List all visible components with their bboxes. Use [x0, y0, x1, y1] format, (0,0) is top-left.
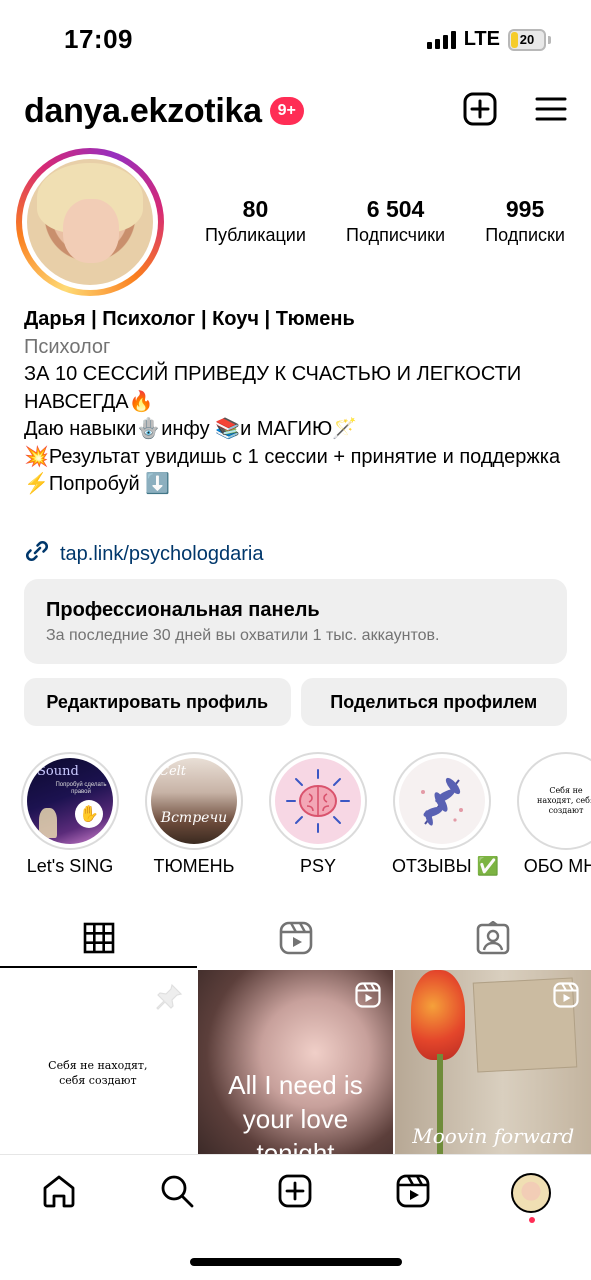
highlight-cover-title: Встречи — [160, 810, 228, 826]
story-highlights: Sound Попробуй сделать правой ✋ Let's SI… — [20, 752, 591, 882]
reels-icon — [279, 921, 313, 960]
highlight-label: ОТЗЫВЫ ✅ — [392, 856, 499, 876]
grid-post[interactable]: Себя не находят, себя создают — [0, 970, 196, 1154]
grid-icon — [83, 922, 115, 959]
stat-following-label: Подписки — [485, 225, 565, 245]
profile-header: danya.ekzotika 9+ — [24, 86, 567, 136]
reels-icon — [395, 1173, 431, 1214]
profile-actions: Редактировать профиль Поделиться профиле… — [24, 678, 567, 726]
share-profile-button[interactable]: Поделиться профилем — [300, 678, 567, 726]
stat-following[interactable]: 995 Подписки — [485, 196, 565, 248]
highlight-cover-title: Sound — [37, 764, 79, 779]
nav-search[interactable] — [157, 1173, 197, 1213]
highlight-item[interactable]: Celt Встречи ТЮМЕНЬ — [144, 752, 244, 877]
nav-profile[interactable] — [511, 1173, 551, 1213]
highlight-label: PSY — [299, 856, 337, 876]
grid-post[interactable]: All I need is your love tonight — [197, 970, 394, 1154]
menu-icon[interactable] — [535, 96, 567, 127]
bio-line-3: 💥Результат увидишь с 1 сессии + принятие… — [24, 445, 561, 468]
edit-profile-button[interactable]: Редактировать профиль — [24, 678, 291, 726]
reels-icon — [553, 982, 579, 1013]
profile-tabs — [0, 912, 591, 968]
posts-grid: Себя не находят, себя создают All I need… — [0, 970, 591, 1154]
stat-posts[interactable]: 80 Публикации — [205, 196, 306, 248]
highlight-label: ТЮМЕНЬ — [153, 856, 235, 876]
profile-bio: Дарья | Психолог | Коуч | Тюмень Психоло… — [24, 306, 569, 499]
stat-followers-value: 6 504 — [366, 196, 425, 222]
highlight-cover: Себя не находят, себя создают — [523, 758, 591, 844]
battery-icon: 20 — [508, 28, 546, 51]
stat-following-value: 995 — [505, 196, 545, 222]
highlight-cover — [399, 758, 485, 844]
home-icon — [41, 1173, 77, 1214]
nav-home[interactable] — [39, 1173, 79, 1213]
stat-followers-label: Подписчики — [346, 225, 446, 245]
highlight-item[interactable]: Sound Попробуй сделать правой ✋ Let's SI… — [20, 752, 120, 877]
bio-line-4: ⚡️Попробуй ⬇️ — [24, 473, 171, 495]
status-bar: 17:09 LTE 20 — [0, 0, 591, 80]
grid-post-text: Moovin forward — [412, 1124, 575, 1148]
highlight-label: Let's SING — [26, 856, 114, 876]
grid-post-text: Себя не находят, себя создают — [48, 1059, 148, 1087]
highlight-cover-subtitle: Попробуй сделать правой — [55, 782, 107, 795]
pin-icon — [154, 982, 184, 1017]
profile-notification-dot — [529, 1217, 535, 1223]
highlight-cover: Celt Встречи — [151, 758, 237, 844]
bio-category: Психолог — [24, 335, 111, 358]
home-indicator — [190, 1258, 402, 1266]
bio-name: Дарья | Психолог | Коуч | Тюмень — [24, 308, 355, 330]
battery-tip — [548, 35, 551, 44]
bio-link-text: tap.link/psychologdaria — [60, 542, 264, 565]
stat-posts-value: 80 — [242, 196, 269, 222]
nav-reels[interactable] — [393, 1173, 433, 1213]
highlight-item[interactable]: Себя не находят, себя создают ОБО МНЕ — [516, 752, 591, 877]
avatar-photo — [27, 159, 153, 285]
highlight-cover: Sound Попробуй сделать правой ✋ — [27, 758, 113, 844]
pro-panel-subtitle: За последние 30 дней вы охватили 1 тыс. … — [46, 627, 440, 644]
stat-followers[interactable]: 6 504 Подписчики — [346, 196, 445, 248]
stat-posts-label: Публикации — [205, 225, 306, 245]
highlight-item[interactable]: PSY — [268, 752, 368, 877]
battery-level: 20 — [519, 32, 535, 47]
bio-link[interactable]: tap.link/psychologdaria — [24, 538, 263, 570]
tab-tagged[interactable] — [394, 912, 591, 968]
status-time: 17:09 — [64, 24, 133, 54]
grid-post[interactable]: Moovin forward — [395, 970, 591, 1154]
status-indicators: LTE 20 — [426, 28, 551, 51]
tab-posts-grid[interactable] — [0, 912, 197, 968]
search-icon — [159, 1173, 195, 1214]
username[interactable]: danya.ekzotika — [24, 92, 262, 131]
brain-icon — [286, 769, 350, 833]
bio-line-2: Даю навыки🪬инфу 📚и МАГИЮ🪄 — [24, 418, 358, 440]
nav-create[interactable] — [275, 1173, 315, 1213]
notification-badge[interactable]: 9+ — [269, 97, 304, 125]
grid-post-text: All I need is your love tonight — [228, 1070, 363, 1154]
active-tab-indicator — [0, 966, 197, 968]
signal-icon — [426, 30, 456, 49]
hand-icon: ✋ — [75, 800, 103, 828]
tulip-image — [411, 970, 466, 1060]
nav-avatar — [511, 1173, 551, 1213]
leaf-branch-icon — [421, 777, 463, 826]
tab-reels[interactable] — [197, 912, 394, 968]
create-post-icon[interactable] — [463, 92, 497, 131]
profile-avatar[interactable] — [16, 148, 164, 296]
pro-panel-title: Профессиональная панель — [46, 599, 320, 621]
reels-icon — [355, 982, 381, 1013]
profile-stats: 80 Публикации 6 504 Подписчики 995 Подпи… — [205, 196, 565, 248]
highlight-cover-text: Себя не находят, себя создают — [537, 786, 591, 815]
highlight-cover-subtitle: Celt — [159, 764, 187, 779]
highlight-item[interactable]: ОТЗЫВЫ ✅ — [392, 752, 499, 877]
link-icon — [24, 538, 50, 570]
plus-square-icon — [277, 1173, 313, 1214]
network-type: LTE — [463, 28, 500, 50]
professional-dashboard[interactable]: Профессиональная панель За последние 30 … — [24, 579, 567, 664]
highlight-cover — [275, 758, 361, 844]
highlight-label: ОБО МНЕ — [523, 856, 591, 876]
tagged-icon — [476, 920, 510, 960]
bio-line-1: ЗА 10 СЕССИЙ ПРИВЕДУ К СЧАСТЬЮ И ЛЕГКОСТ… — [24, 363, 522, 413]
